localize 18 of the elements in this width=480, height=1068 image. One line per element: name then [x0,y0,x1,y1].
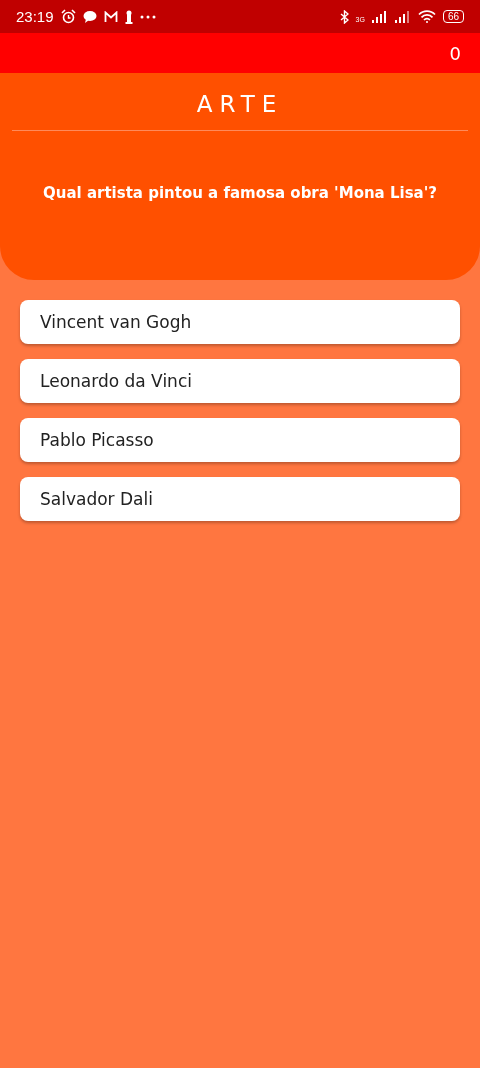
answer-option[interactable]: Leonardo da Vinci [20,359,460,403]
answer-option[interactable]: Vincent van Gogh [20,300,460,344]
bluetooth-icon [339,9,349,24]
category-title: ARTE [196,91,284,117]
signal-icon [394,10,411,23]
answer-option[interactable]: Salvador Dali [20,477,460,521]
wifi-icon [417,10,436,23]
chat-bubble-icon [82,10,97,23]
score-counter: 0 [449,42,461,64]
answer-option[interactable]: Pablo Picasso [20,418,460,462]
question-text: Qual artista pintou a famosa obra 'Mona Lisa'? [43,184,437,202]
signal-icon [371,10,388,23]
alarm-clock-icon [60,9,76,24]
more-icon [139,14,156,19]
figure-icon [124,9,133,24]
battery-level: 66 [442,10,464,23]
clock-time: 23:19 [16,8,54,25]
mail-icon [103,10,118,23]
